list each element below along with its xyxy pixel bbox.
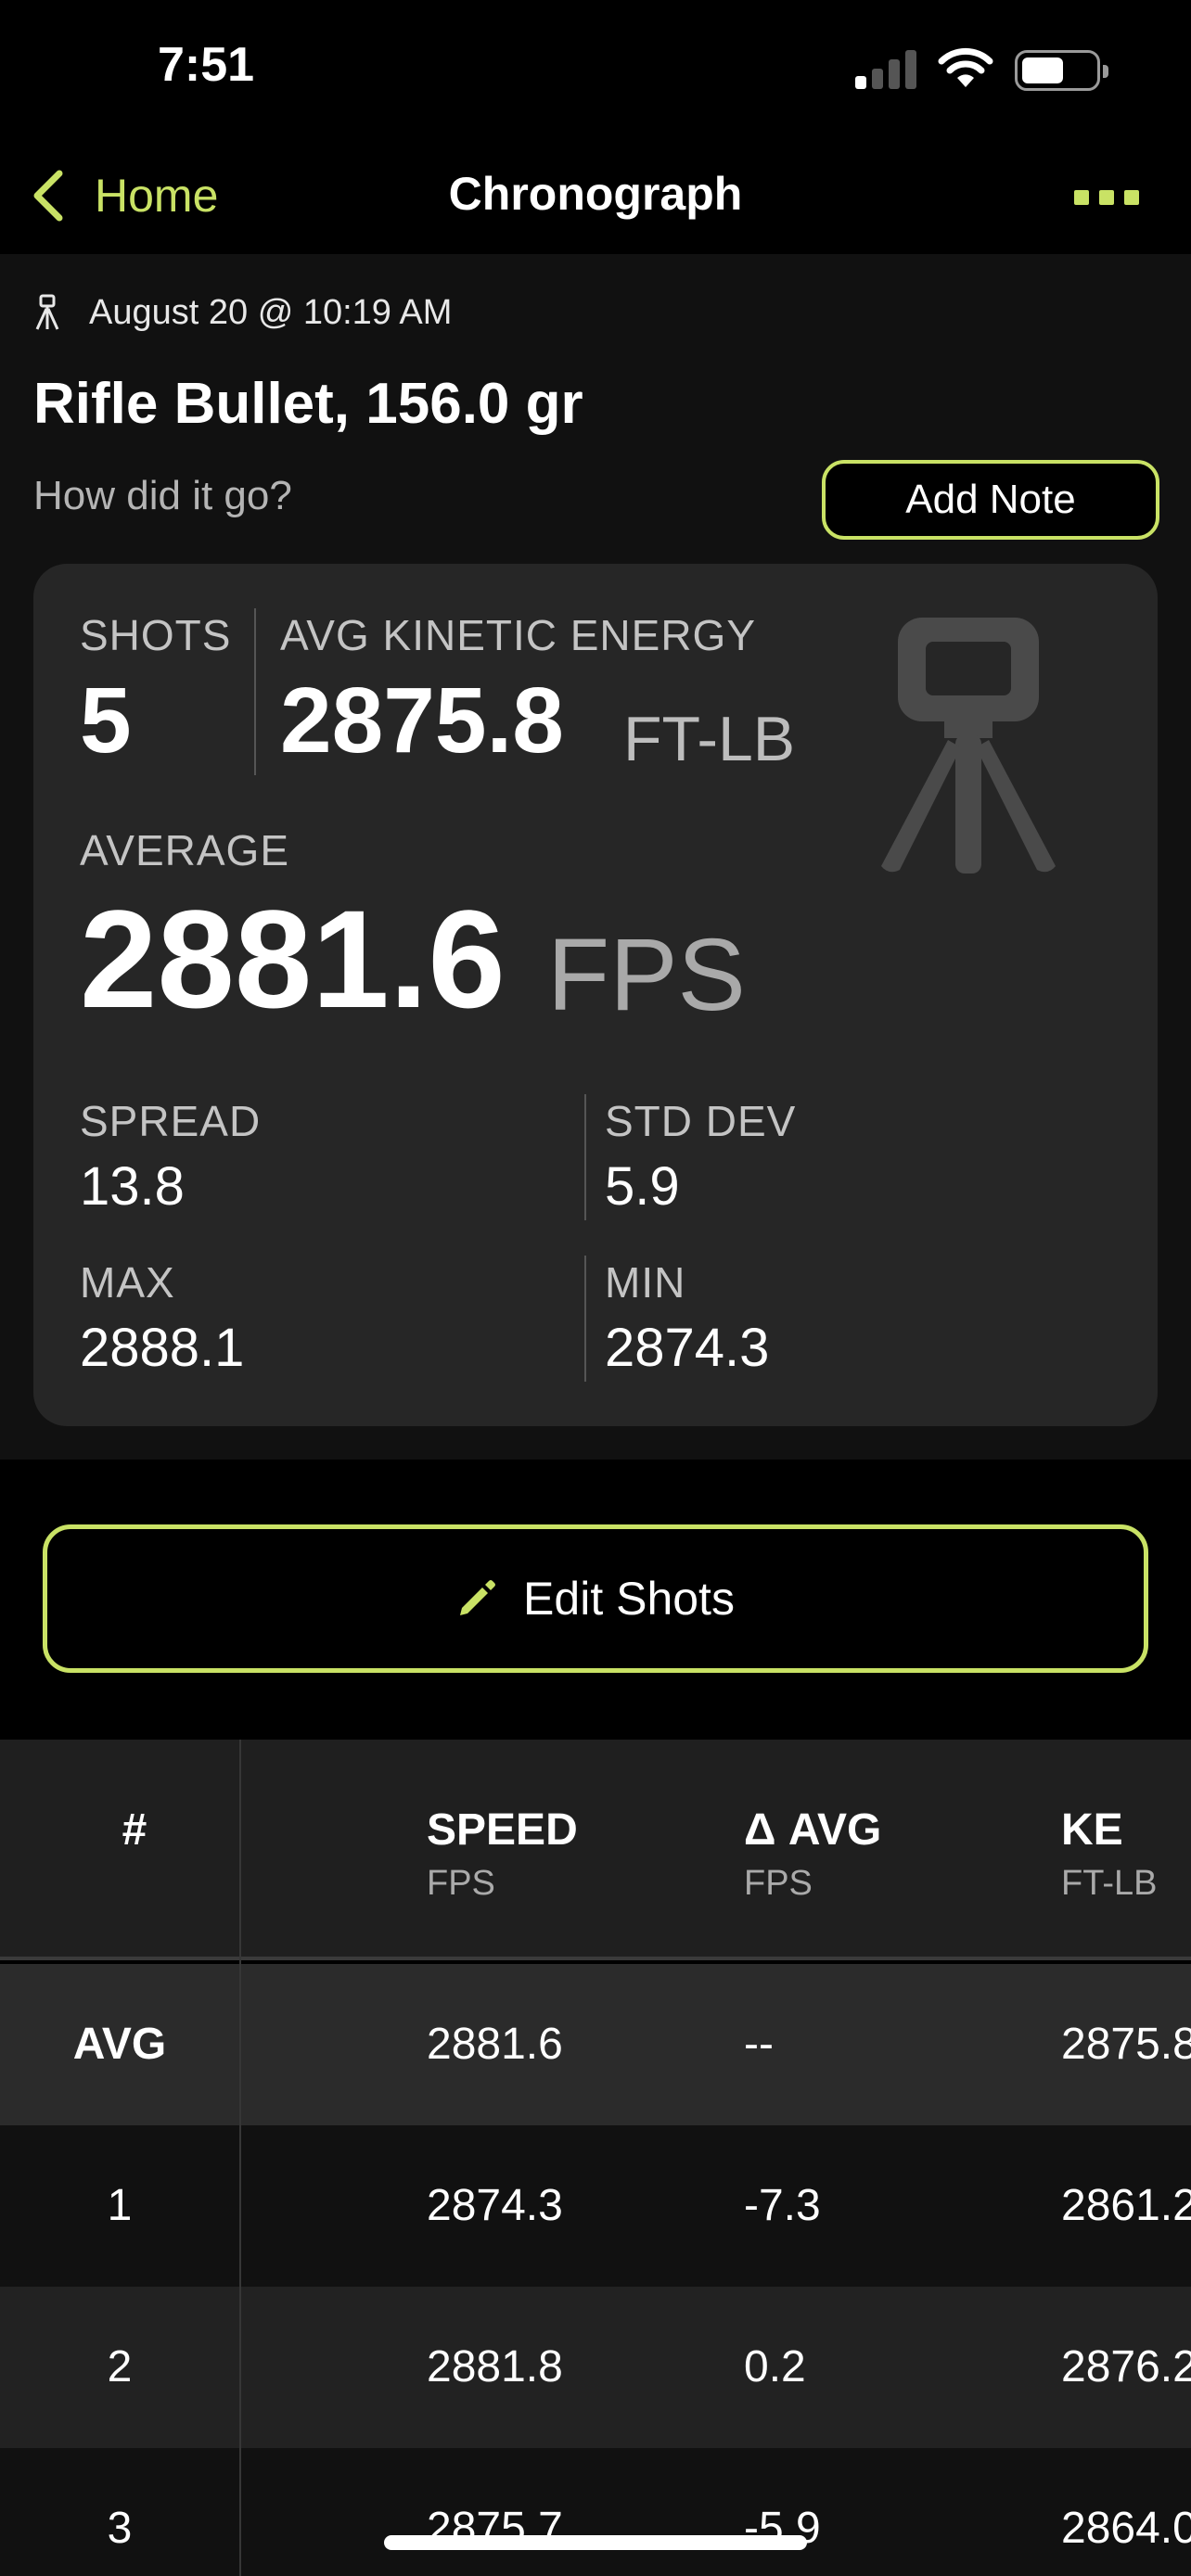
average-label: AVERAGE (80, 826, 289, 874)
edit-shots-label: Edit Shots (523, 1573, 735, 1625)
cell-number: 1 (107, 2181, 133, 2230)
shots-value: 5 (80, 669, 132, 772)
chronograph-tripod-icon (881, 618, 1056, 874)
table-row-average[interactable]: AVG 2881.6 -- 2875.8 (0, 1964, 1191, 2125)
nav-bar: Home Chronograph (0, 139, 1191, 254)
cell-ke: 2864.0 (1061, 2504, 1191, 2553)
column-divider (239, 1740, 241, 2576)
note-prompt: How did it go? (33, 473, 292, 518)
column-unit-delta-avg: FPS (744, 1864, 813, 1903)
add-note-button[interactable]: Add Note (822, 460, 1159, 540)
spread-label: SPREAD (80, 1097, 262, 1145)
max-label: MAX (80, 1258, 175, 1307)
column-header-delta-avg: Δ AVG (744, 1805, 882, 1855)
avg-ke-unit: FT-LB (623, 704, 796, 774)
session-date: August 20 @ 10:19 AM (89, 292, 453, 332)
more-options-button[interactable] (1074, 184, 1139, 211)
average-unit: FPS (547, 918, 746, 1032)
cell-speed: 2875.7 (427, 2504, 563, 2553)
column-unit-speed: FPS (427, 1864, 495, 1903)
column-header-ke: KE (1061, 1805, 1123, 1855)
cell-number: AVG (72, 2020, 167, 2069)
cell-ke: 2861.2 (1061, 2181, 1191, 2230)
cell-speed: 2874.3 (427, 2181, 563, 2230)
avg-ke-value: 2875.8 (280, 669, 564, 772)
wifi-icon (938, 47, 993, 87)
session-meta: August 20 @ 10:19 AM (33, 289, 452, 336)
stats-card: SHOTS 5 AVG KINETIC ENERGY 2875.8 FT-LB … (33, 564, 1158, 1426)
std-dev-value: 5.9 (605, 1156, 680, 1217)
divider (584, 1256, 586, 1382)
cell-ke: 2876.2 (1061, 2342, 1191, 2391)
cell-speed: 2881.6 (427, 2020, 563, 2069)
column-header-number: # (122, 1805, 147, 1855)
edit-shots-button[interactable]: Edit Shots (43, 1524, 1148, 1673)
std-dev-label: STD DEV (605, 1097, 797, 1145)
avg-ke-label: AVG KINETIC ENERGY (280, 611, 757, 659)
table-header: # SPEED FPS Δ AVG FPS KE FT-LB (0, 1740, 1191, 1960)
column-header-speed: SPEED (427, 1805, 578, 1855)
page-title: Chronograph (448, 168, 743, 220)
battery-icon (1015, 50, 1108, 91)
column-unit-ke: FT-LB (1061, 1864, 1158, 1903)
chronograph-icon (35, 294, 59, 330)
cell-delta-avg: -5.9 (744, 2504, 821, 2553)
pencil-icon (460, 1580, 496, 1615)
ellipsis-icon (1074, 190, 1089, 205)
cell-number: 3 (107, 2504, 133, 2553)
divider (254, 608, 256, 775)
min-value: 2874.3 (605, 1318, 770, 1378)
session-summary: August 20 @ 10:19 AM Rifle Bullet, 156.0… (0, 254, 1191, 1460)
status-bar: 7:51 (0, 0, 1191, 139)
cell-number: 2 (107, 2342, 133, 2391)
cellular-signal-icon (855, 48, 918, 89)
min-label: MIN (605, 1258, 686, 1307)
divider (584, 1094, 586, 1220)
max-value: 2888.1 (80, 1318, 245, 1378)
shots-label: SHOTS (80, 611, 232, 659)
table-row[interactable]: 2 2881.8 0.2 2876.2 (0, 2287, 1191, 2448)
cell-delta-avg: -7.3 (744, 2181, 821, 2230)
table-row[interactable]: 1 2874.3 -7.3 2861.2 (0, 2125, 1191, 2287)
cell-speed: 2881.8 (427, 2342, 563, 2391)
cell-delta-avg: 0.2 (744, 2342, 806, 2391)
average-value: 2881.6 (80, 881, 506, 1037)
status-time: 7:51 (158, 38, 255, 92)
cell-ke: 2875.8 (1061, 2020, 1191, 2069)
table-row[interactable]: 3 2875.7 -5.9 2864.0 (0, 2448, 1191, 2576)
session-title: Rifle Bullet, 156.0 gr (33, 372, 583, 436)
cell-delta-avg: -- (744, 2020, 774, 2069)
shots-table[interactable]: # SPEED FPS Δ AVG FPS KE FT-LB AVG 2881.… (0, 1740, 1191, 2576)
home-indicator[interactable] (384, 2535, 807, 2550)
spread-value: 13.8 (80, 1156, 185, 1217)
